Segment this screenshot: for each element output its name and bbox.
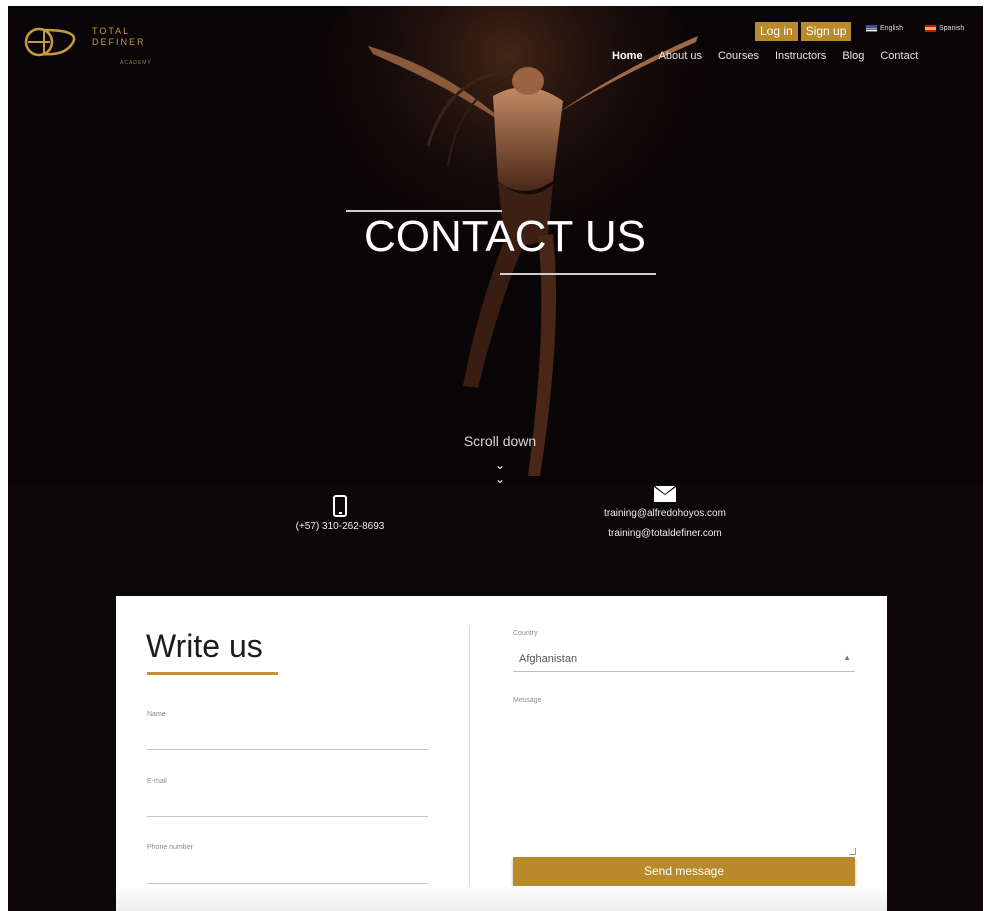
nav-courses[interactable]: Courses	[718, 50, 759, 62]
nav-home[interactable]: Home	[612, 50, 643, 62]
form-title: Write us	[146, 628, 263, 664]
page: TOTAL DEFINER ACADEMY Log in Sign up Eng…	[0, 0, 990, 911]
email-link-2[interactable]: training@totaldefiner.com	[560, 524, 770, 544]
envelope-icon	[654, 486, 676, 502]
email-input[interactable]	[147, 791, 432, 817]
email-label: E-mail	[147, 778, 167, 785]
scroll-down-link[interactable]: Scroll down	[440, 433, 560, 449]
page-title: CONTACT US	[364, 212, 646, 261]
phone-icon	[333, 495, 347, 517]
phone-underline	[147, 883, 428, 884]
card-bottom-shadow	[116, 886, 887, 911]
contact-form-card: Write us Name E-mail Phone number Countr…	[116, 596, 887, 911]
email-underline	[147, 816, 428, 817]
auth-buttons: Log in Sign up	[755, 22, 852, 41]
language-spanish-label: Spanish	[939, 25, 965, 32]
select-arrows-icon: ▲	[843, 653, 851, 662]
brand-sub: ACADEMY	[120, 60, 152, 66]
country-select-value: Afghanistan	[519, 653, 578, 665]
page-edge-left	[0, 0, 8, 911]
phone-input[interactable]	[147, 857, 432, 883]
column-divider	[469, 626, 470, 886]
double-chevron-down-icon[interactable]: ⌄ ⌄	[490, 458, 510, 486]
es-flag-icon	[925, 25, 936, 32]
language-english[interactable]: English	[866, 25, 903, 32]
brand-wordmark: TOTAL DEFINER	[92, 26, 146, 48]
name-input[interactable]	[147, 724, 432, 750]
name-underline	[147, 749, 428, 750]
nav-blog[interactable]: Blog	[842, 50, 864, 62]
title-rule-bottom	[500, 273, 656, 275]
resize-grip-icon[interactable]	[849, 848, 856, 855]
phone-number: (+57) 310-262-8693	[295, 521, 385, 532]
send-message-button[interactable]: Send message	[513, 857, 855, 886]
signup-button[interactable]: Sign up	[800, 22, 852, 41]
nav-about[interactable]: About us	[659, 50, 702, 62]
contact-phone: (+57) 310-262-8693	[270, 495, 410, 532]
page-edge-top	[0, 0, 990, 6]
form-title-underline	[147, 672, 278, 675]
email-link-1[interactable]: training@alfredohoyos.com	[560, 504, 770, 524]
message-textarea[interactable]	[513, 708, 859, 852]
brand-line1: TOTAL	[92, 26, 131, 36]
nav-instructors[interactable]: Instructors	[775, 50, 826, 62]
language-spanish[interactable]: Spanish	[925, 25, 964, 32]
contact-email: training@alfredohoyos.com training@total…	[560, 486, 770, 544]
brand-line2: DEFINER	[92, 37, 146, 47]
country-underline	[513, 671, 855, 672]
name-label: Name	[147, 711, 166, 718]
us-flag-icon	[866, 25, 877, 32]
nav-contact[interactable]: Contact	[880, 50, 918, 62]
message-label: Message	[513, 697, 542, 704]
main-nav: Home About us Courses Instructors Blog C…	[612, 50, 918, 62]
phone-label: Phone number	[147, 844, 193, 851]
language-english-label: English	[880, 25, 903, 32]
country-label: Country	[513, 630, 538, 637]
country-select[interactable]: Afghanistan ▲	[513, 646, 855, 670]
login-button[interactable]: Log in	[755, 22, 798, 41]
page-edge-right	[983, 0, 990, 911]
